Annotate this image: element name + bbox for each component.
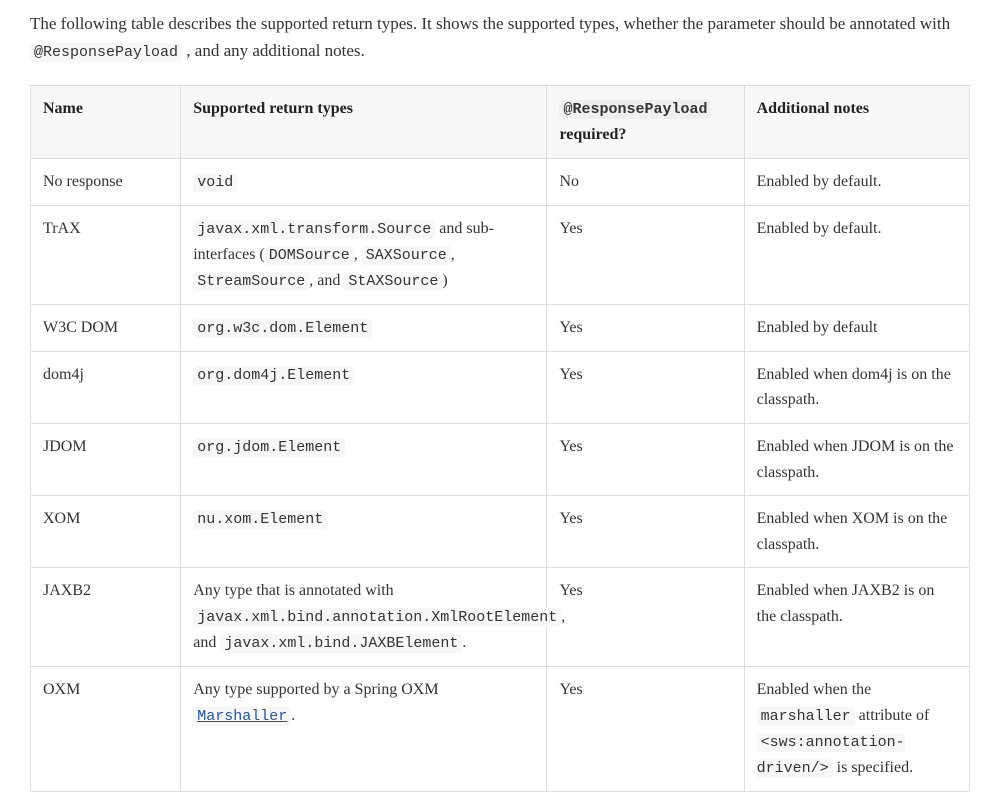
type-code: javax.xml.bind.JAXBElement [220, 634, 462, 653]
cell-required: Yes [547, 568, 744, 667]
header-notes: Additional notes [744, 86, 969, 159]
notes-code: marshaller [757, 707, 855, 726]
table-row: OXM Any type supported by a Spring OXM M… [31, 666, 970, 791]
intro-text-1: The following table describes the suppor… [30, 14, 950, 33]
table-row: TrAX javax.xml.transform.Source and sub-… [31, 205, 970, 304]
cell-types: org.dom4j.Element [181, 351, 547, 423]
cell-types: nu.xom.Element [181, 496, 547, 568]
cell-notes: Enabled by default. [744, 205, 969, 304]
cell-types: org.w3c.dom.Element [181, 304, 547, 351]
type-code: javax.xml.bind.annotation.XmlRootElement [193, 608, 561, 627]
cell-required: Yes [547, 351, 744, 423]
cell-name: XOM [31, 496, 181, 568]
cell-required: Yes [547, 496, 744, 568]
table-row: JAXB2 Any type that is annotated with ja… [31, 568, 970, 667]
cell-types: javax.xml.transform.Source and sub-inter… [181, 205, 547, 304]
cell-required: No [547, 158, 744, 205]
cell-notes: Enabled when JDOM is on the classpath. [744, 423, 969, 495]
table-row: JDOM org.jdom.Element Yes Enabled when J… [31, 423, 970, 495]
type-code: org.w3c.dom.Element [193, 319, 372, 338]
cell-name: OXM [31, 666, 181, 791]
intro-code: @ResponsePayload [30, 43, 182, 62]
header-required-text: required? [559, 126, 626, 143]
cell-notes: Enabled by default. [744, 158, 969, 205]
cell-notes: Enabled when the marshaller attribute of… [744, 666, 969, 791]
cell-name: TrAX [31, 205, 181, 304]
cell-required: Yes [547, 304, 744, 351]
type-code: org.dom4j.Element [193, 366, 354, 385]
cell-types: Any type that is annotated with javax.xm… [181, 568, 547, 667]
intro-text-2: , and any additional notes. [186, 41, 364, 60]
cell-name: JDOM [31, 423, 181, 495]
cell-notes: Enabled by default [744, 304, 969, 351]
table-row: XOM nu.xom.Element Yes Enabled when XOM … [31, 496, 970, 568]
table-row: W3C DOM org.w3c.dom.Element Yes Enabled … [31, 304, 970, 351]
cell-name: No response [31, 158, 181, 205]
type-code: SAXSource [362, 246, 451, 265]
return-types-table: Name Supported return types @ResponsePay… [30, 85, 970, 791]
type-code: javax.xml.transform.Source [193, 220, 435, 239]
header-types: Supported return types [181, 86, 547, 159]
cell-types: void [181, 158, 547, 205]
cell-name: dom4j [31, 351, 181, 423]
header-required-code: @ResponsePayload [559, 100, 711, 119]
cell-notes: Enabled when JAXB2 is on the classpath. [744, 568, 969, 667]
cell-notes: Enabled when XOM is on the classpath. [744, 496, 969, 568]
type-code: DOMSource [265, 246, 354, 265]
type-code: org.jdom.Element [193, 438, 345, 457]
type-code: StAXSource [344, 272, 442, 291]
cell-name: JAXB2 [31, 568, 181, 667]
cell-name: W3C DOM [31, 304, 181, 351]
table-row: No response void No Enabled by default. [31, 158, 970, 205]
table-row: dom4j org.dom4j.Element Yes Enabled when… [31, 351, 970, 423]
type-code: Marshaller [193, 707, 291, 726]
type-code: StreamSource [193, 272, 309, 291]
cell-types: Any type supported by a Spring OXM Marsh… [181, 666, 547, 791]
cell-required: Yes [547, 205, 744, 304]
cell-required: Yes [547, 423, 744, 495]
header-required: @ResponsePayload required? [547, 86, 744, 159]
header-name: Name [31, 86, 181, 159]
cell-required: Yes [547, 666, 744, 791]
type-code: nu.xom.Element [193, 510, 327, 529]
table-header-row: Name Supported return types @ResponsePay… [31, 86, 970, 159]
cell-notes: Enabled when dom4j is on the classpath. [744, 351, 969, 423]
cell-types: org.jdom.Element [181, 423, 547, 495]
type-code: void [193, 173, 237, 192]
marshaller-link[interactable]: Marshaller [193, 707, 291, 724]
intro-paragraph: The following table describes the suppor… [30, 10, 970, 65]
